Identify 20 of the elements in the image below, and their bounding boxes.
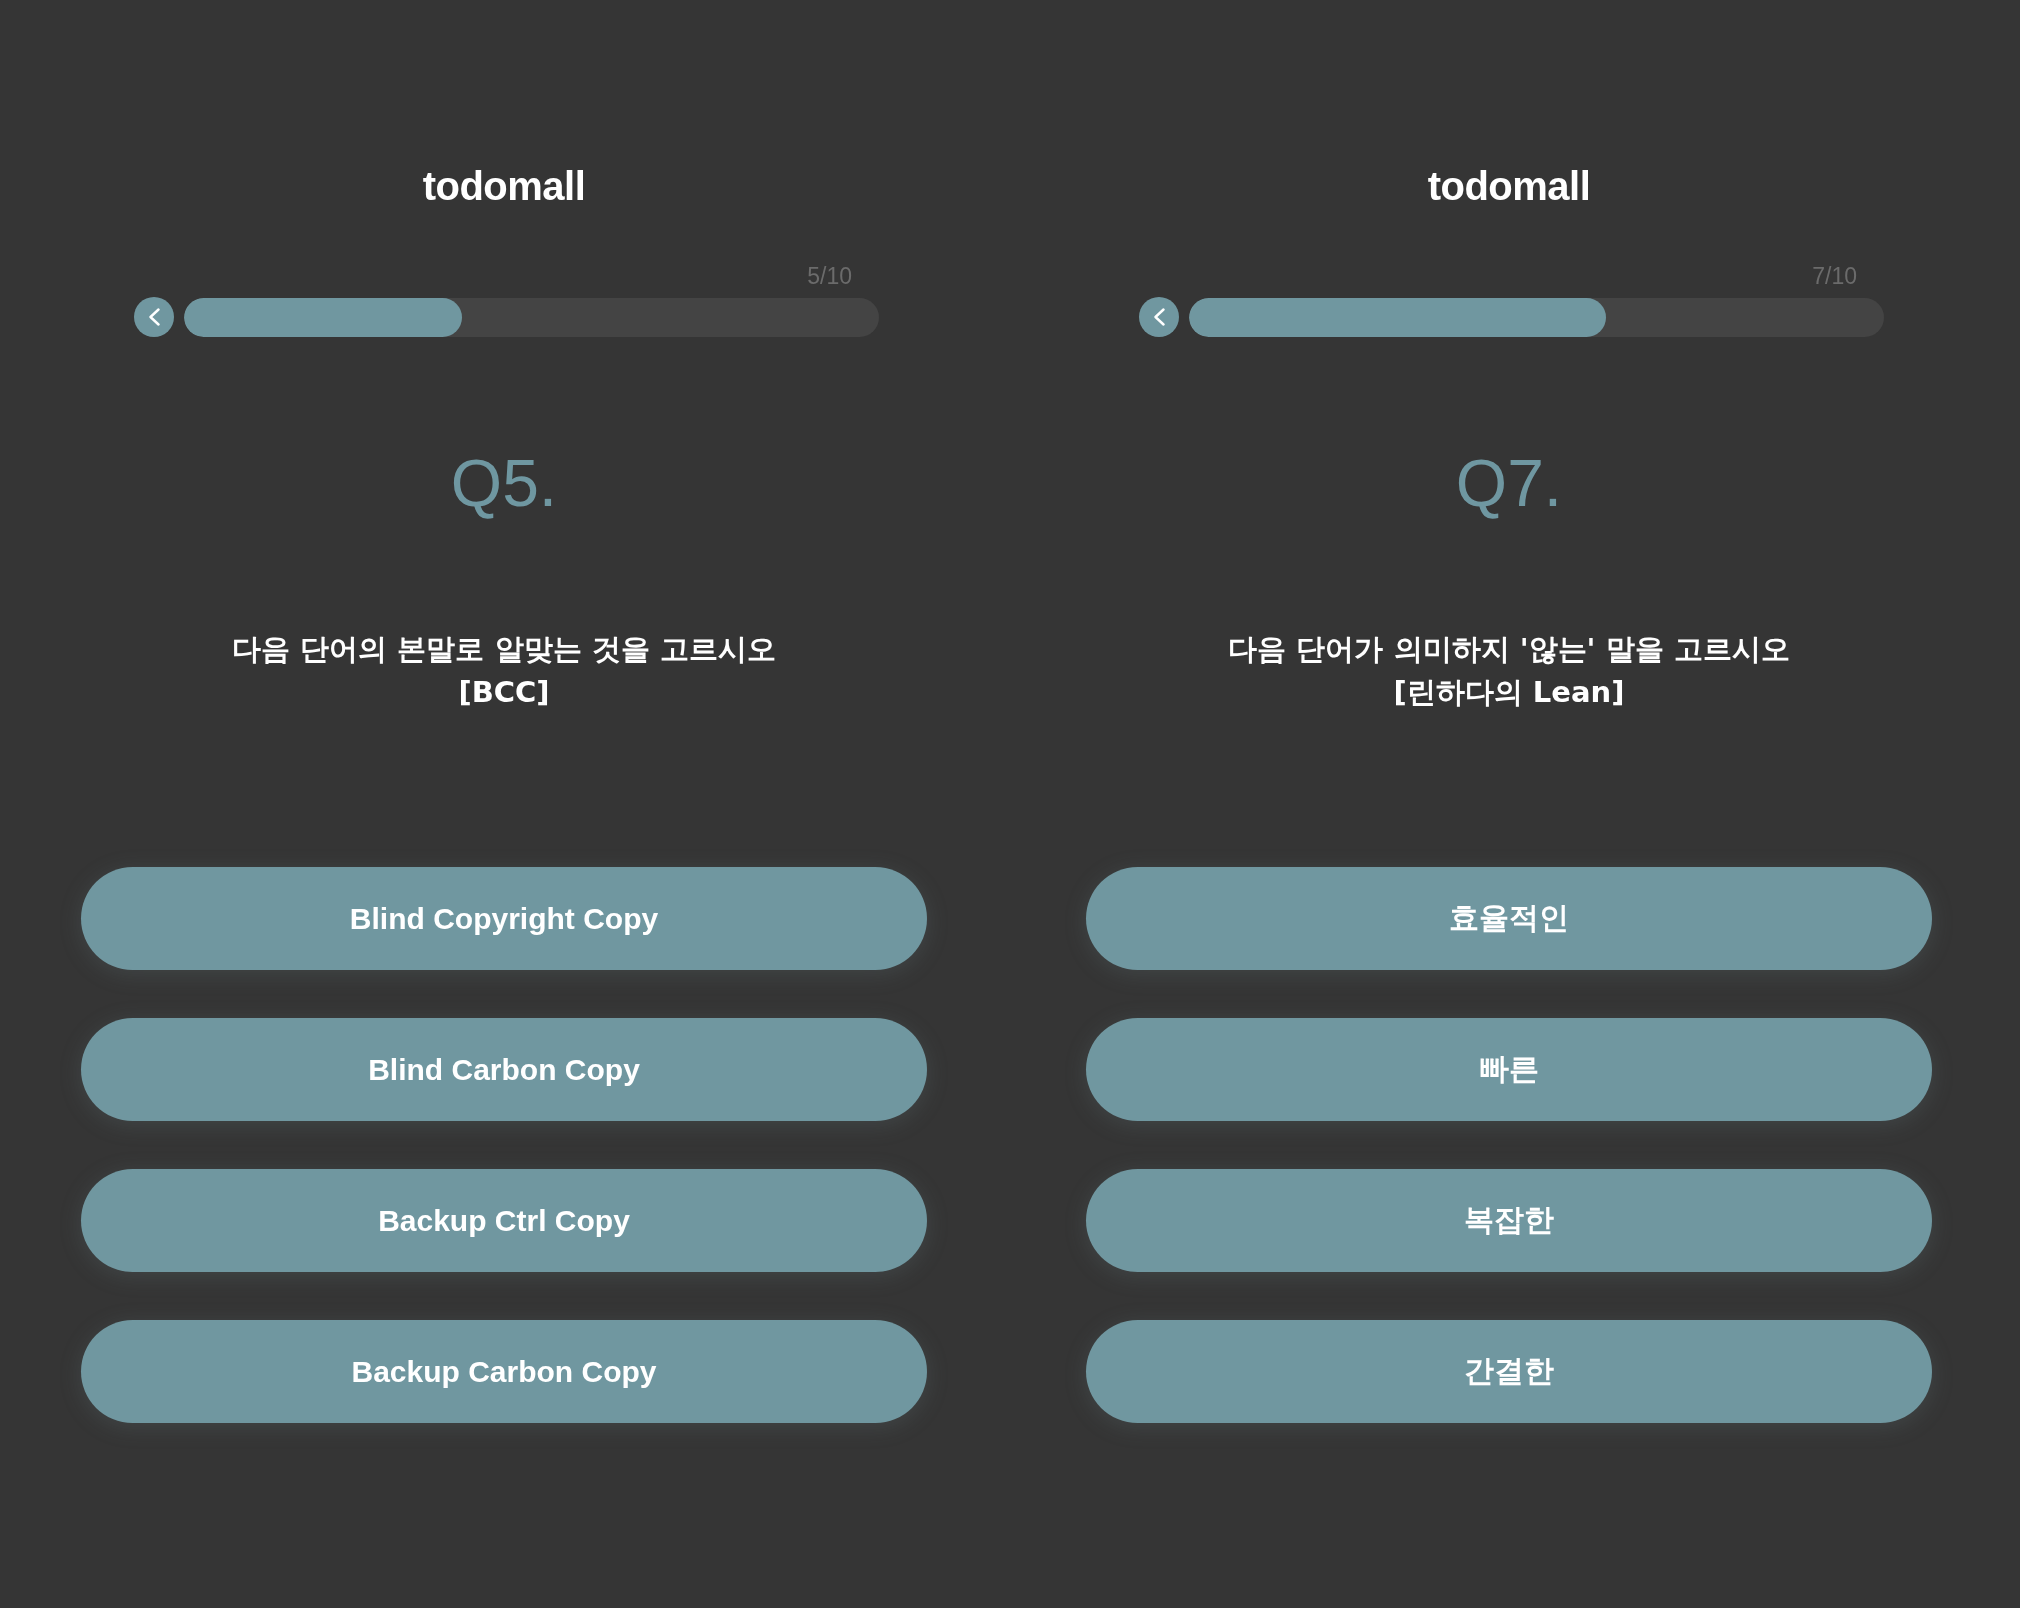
answer-button[interactable]: 빠른 — [1086, 1018, 1932, 1121]
back-button[interactable] — [134, 297, 174, 337]
answer-button[interactable]: 복잡한 — [1086, 1169, 1932, 1272]
answer-button[interactable]: Blind Copyright Copy — [81, 867, 927, 970]
question-prompt: 다음 단어의 본말로 알맞는 것을 고르시오 — [232, 631, 776, 668]
answer-button[interactable]: Blind Carbon Copy — [81, 1018, 927, 1121]
answer-button[interactable]: 효율적인 — [1086, 867, 1932, 970]
answer-button[interactable]: 간결한 — [1086, 1320, 1932, 1423]
question-number: Q5. — [450, 445, 558, 521]
question-term: [BCC] — [458, 674, 550, 711]
back-button[interactable] — [1139, 297, 1179, 337]
answer-button[interactable]: Backup Ctrl Copy — [81, 1169, 927, 1272]
logo: todomall — [1427, 163, 1591, 210]
question-prompt: 다음 단어가 의미하지 '않는' 말을 고르시오 — [1228, 631, 1790, 668]
chevron-left-icon — [148, 308, 160, 326]
answer-button[interactable]: Backup Carbon Copy — [81, 1320, 927, 1423]
chevron-left-icon — [1153, 308, 1165, 326]
question-term: [린하다의 Lean] — [1393, 674, 1625, 711]
logo: todomall — [422, 163, 586, 210]
question-number: Q7. — [1455, 445, 1563, 521]
